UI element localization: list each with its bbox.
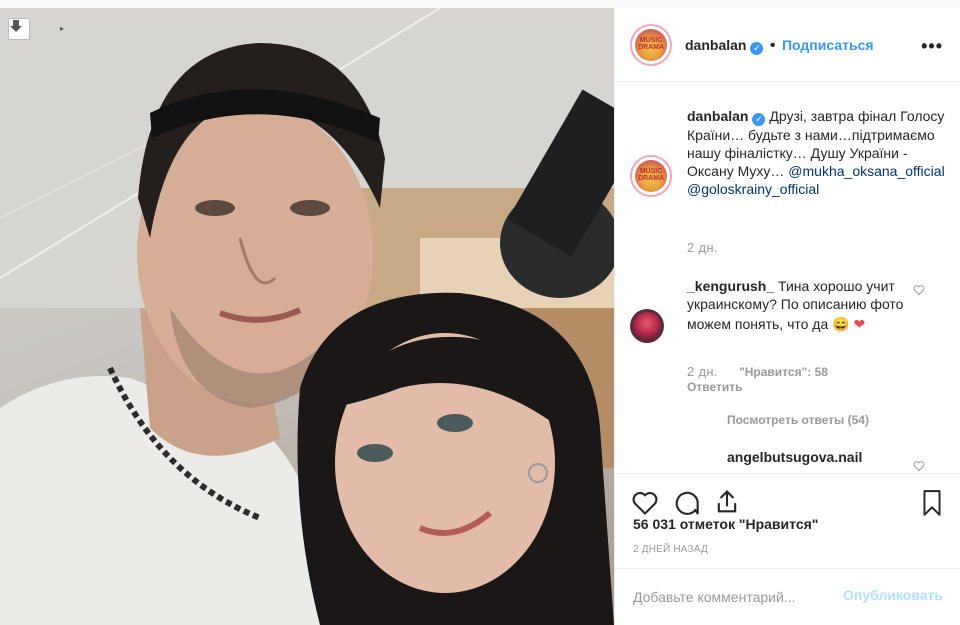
comments-list[interactable]: MUSIC DRAMA danbalan ✓ Друзі, завтра фіна… xyxy=(615,83,960,473)
caption-text: danbalan ✓ Друзі, завтра фінал Голосу Кра… xyxy=(687,107,949,198)
caption-username[interactable]: danbalan xyxy=(687,108,748,124)
comment-input[interactable] xyxy=(633,587,833,607)
comment-likes[interactable]: "Нравится": 58 xyxy=(739,365,828,379)
view-replies-button[interactable]: Посмотреть ответы (54) xyxy=(727,413,869,427)
share-upload-icon[interactable] xyxy=(713,488,741,516)
caption-avatar[interactable]: MUSIC DRAMA xyxy=(630,155,672,197)
laughing-emoji: 😄 xyxy=(832,316,850,332)
mention-link[interactable]: @mukha_oksana_official xyxy=(788,163,944,179)
commenter-username[interactable]: angelbutsugova.nail xyxy=(727,449,862,465)
commenter-avatar[interactable] xyxy=(630,309,664,343)
like-comment-heart-icon[interactable] xyxy=(913,460,925,472)
like-heart-icon[interactable] xyxy=(631,489,659,517)
red-heart-emoji: ❤ xyxy=(853,316,866,332)
like-comment-heart-icon[interactable] xyxy=(913,284,925,296)
commenter-username[interactable]: _kengurush_ xyxy=(687,278,774,294)
reply-button[interactable]: Ответить xyxy=(687,380,742,394)
bookmark-icon[interactable] xyxy=(919,489,945,517)
view-replies-label: Посмотреть ответы (54) xyxy=(727,413,869,427)
download-arrow-icon xyxy=(10,20,22,32)
post-photo[interactable]: ▸ xyxy=(0,8,614,625)
post-details-panel: MUSIC DRAMA danbalan ✓ • Подписаться ••• … xyxy=(614,8,960,625)
comment-text: _kengurush_ Тина хорошо учит украинскому… xyxy=(687,277,927,333)
author-avatar[interactable]: MUSIC DRAMA xyxy=(630,24,672,66)
post-header: MUSIC DRAMA danbalan ✓ • Подписаться ••• xyxy=(615,8,960,82)
verified-badge-icon: ✓ xyxy=(752,113,766,126)
caption-time: 2 дн. xyxy=(687,240,718,255)
play-arrow-icon: ▸ xyxy=(60,24,65,33)
likes-count[interactable]: 56 031 отметок "Нравится" xyxy=(633,516,818,532)
mention-link[interactable]: @goloskrainy_official xyxy=(687,181,819,197)
publish-button[interactable]: Опубликовать xyxy=(843,587,943,603)
comment-bubble-icon[interactable] xyxy=(672,489,700,517)
more-horizontal-icon[interactable]: ••• xyxy=(921,36,943,57)
author-username[interactable]: danbalan xyxy=(685,37,746,53)
add-comment-bar: Опубликовать xyxy=(615,568,960,625)
verified-badge-icon: ✓ xyxy=(750,42,764,55)
post-date: 2 ДНЕЙ НАЗАД xyxy=(633,544,708,555)
follow-button[interactable]: Подписаться xyxy=(782,37,874,53)
comment-time: 2 дн. xyxy=(687,364,718,379)
action-bar xyxy=(615,473,960,553)
download-button[interactable] xyxy=(8,18,30,40)
photo-illustration xyxy=(0,8,614,625)
comment-meta: 2 дн. "Нравится": 58 xyxy=(687,364,828,379)
